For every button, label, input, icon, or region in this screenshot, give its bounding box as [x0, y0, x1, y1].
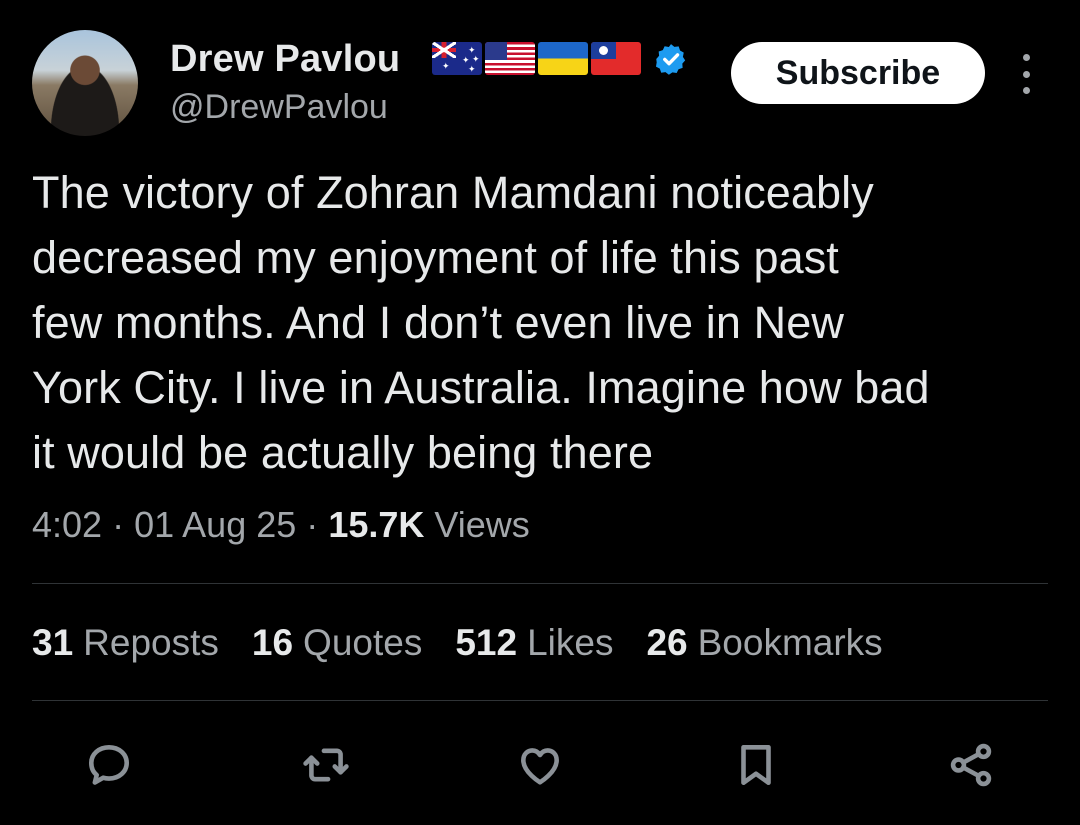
quotes-stat[interactable]: 16 Quotes — [252, 622, 422, 664]
tweet-meta: 4:02 · 01 Aug 25 · 15.7K Views — [32, 504, 530, 546]
author-display-name[interactable]: Drew Pavlou — [170, 38, 400, 81]
tweet-header: Drew Pavlou ✦ ✦ ✦ ✦ ✦ @DrewPavlou Subscr… — [0, 0, 1080, 150]
usa-flag-icon — [485, 42, 535, 75]
author-handle[interactable]: @DrewPavlou — [170, 88, 388, 127]
like-button[interactable] — [510, 735, 570, 795]
repost-icon — [303, 748, 349, 782]
reposts-label: Reposts — [83, 622, 219, 663]
australia-flag-icon: ✦ ✦ ✦ ✦ ✦ — [432, 42, 482, 75]
meta-separator: · — [306, 504, 319, 545]
views-label: Views — [434, 504, 530, 545]
more-options-icon[interactable] — [1012, 54, 1040, 94]
reposts-count: 31 — [32, 622, 74, 663]
reply-icon — [89, 745, 129, 785]
quotes-label: Quotes — [303, 622, 423, 663]
share-button[interactable] — [941, 735, 1001, 795]
divider — [32, 700, 1048, 701]
meta-separator: · — [112, 504, 125, 545]
bookmark-icon — [741, 745, 771, 785]
repost-button[interactable] — [296, 735, 356, 795]
likes-count: 512 — [455, 622, 518, 663]
avatar[interactable] — [32, 30, 138, 136]
quotes-count: 16 — [251, 622, 294, 663]
reply-button[interactable] — [79, 735, 139, 795]
bookmarks-label: Bookmarks — [697, 622, 883, 663]
divider — [32, 583, 1048, 584]
bookmark-button[interactable] — [726, 735, 786, 795]
views-count: 15.7K — [328, 504, 425, 545]
ukraine-flag-icon — [538, 42, 588, 75]
reposts-stat[interactable]: 31 Reposts — [32, 622, 219, 664]
flag-emojis: ✦ ✦ ✦ ✦ ✦ — [432, 42, 641, 75]
likes-stat[interactable]: 512 Likes — [455, 622, 613, 664]
share-icon — [950, 743, 992, 787]
taiwan-flag-icon — [591, 42, 641, 75]
tweet-text: The victory of Zohran Mamdani noticeably… — [32, 167, 930, 478]
likes-label: Likes — [527, 622, 614, 663]
engagement-stats: 31 Reposts 16 Quotes 512 Likes 26 Bookmarks — [32, 622, 916, 664]
tweet-time[interactable]: 4:02 — [32, 504, 102, 545]
verified-badge-icon — [655, 44, 686, 75]
tweet-date[interactable]: 01 Aug 25 — [134, 504, 296, 545]
bookmarks-count: 26 — [646, 622, 688, 663]
subscribe-button[interactable]: Subscribe — [731, 42, 985, 104]
like-icon — [521, 748, 559, 785]
action-bar — [0, 735, 1080, 795]
bookmarks-stat[interactable]: 26 Bookmarks — [646, 622, 882, 664]
